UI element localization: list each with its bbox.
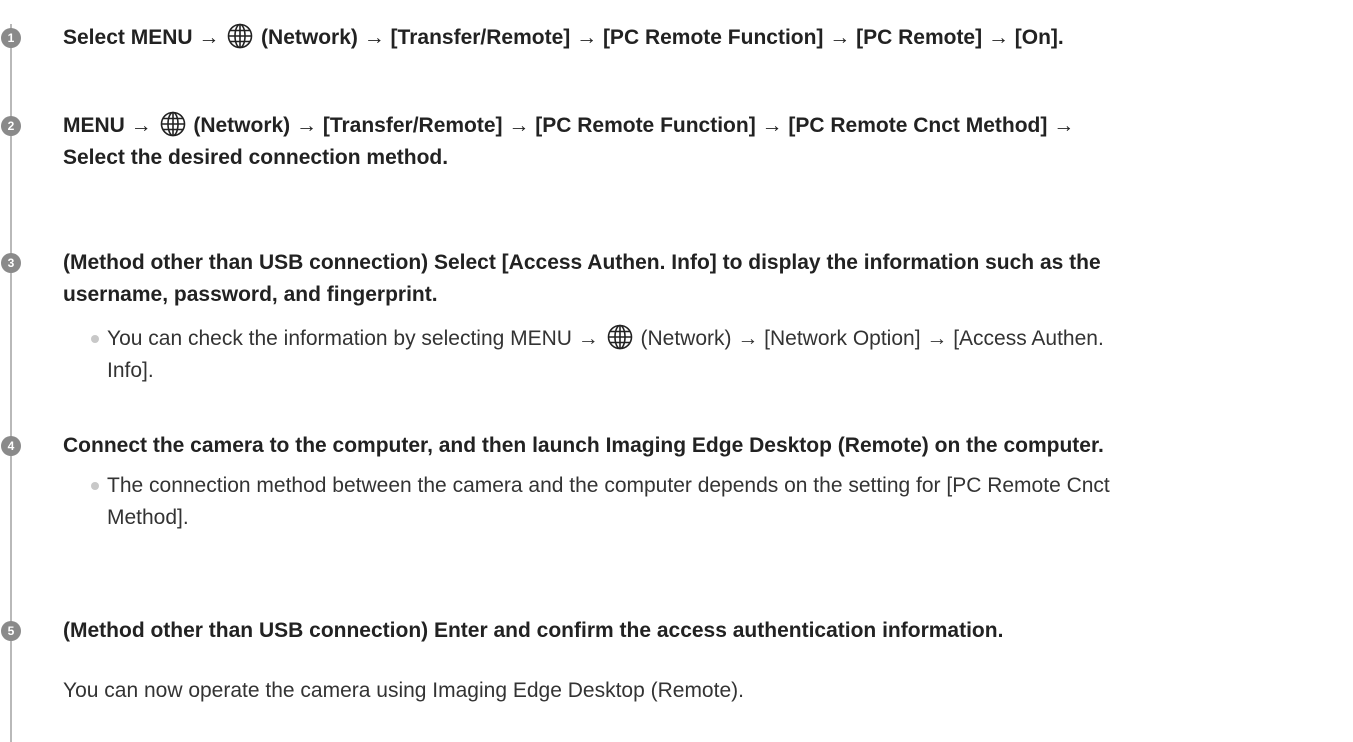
globe-icon [160, 111, 186, 137]
step-note: The connection method between the camera… [91, 470, 1331, 534]
bullet-dot-icon [91, 482, 99, 490]
bullet-dot-icon [91, 335, 99, 343]
step-result-text: You can now operate the camera using Ima… [63, 679, 744, 702]
step-number-badge: 4 [1, 436, 21, 456]
procedure-steps: 1 Select MENU → (Network) → [Transfer/Re… [0, 0, 1353, 742]
step-number-badge: 5 [1, 621, 21, 641]
step-title: (Method other than USB connection) Selec… [63, 251, 1101, 306]
step-title: Select MENU → (Network) → [Transfer/Remo… [63, 22, 1333, 54]
step-title: (Method other than USB connection) Enter… [63, 619, 1004, 642]
globe-icon [607, 324, 633, 350]
step-note: You can check the information by selecti… [91, 323, 1331, 387]
step-title: MENU → (Network) → [Transfer/Remote] → [… [63, 110, 1333, 174]
step-number-badge: 1 [1, 28, 21, 48]
globe-icon [227, 23, 253, 49]
step-number-badge: 3 [1, 253, 21, 273]
step-number-badge: 2 [1, 116, 21, 136]
step-title: Connect the camera to the computer, and … [63, 434, 1104, 457]
